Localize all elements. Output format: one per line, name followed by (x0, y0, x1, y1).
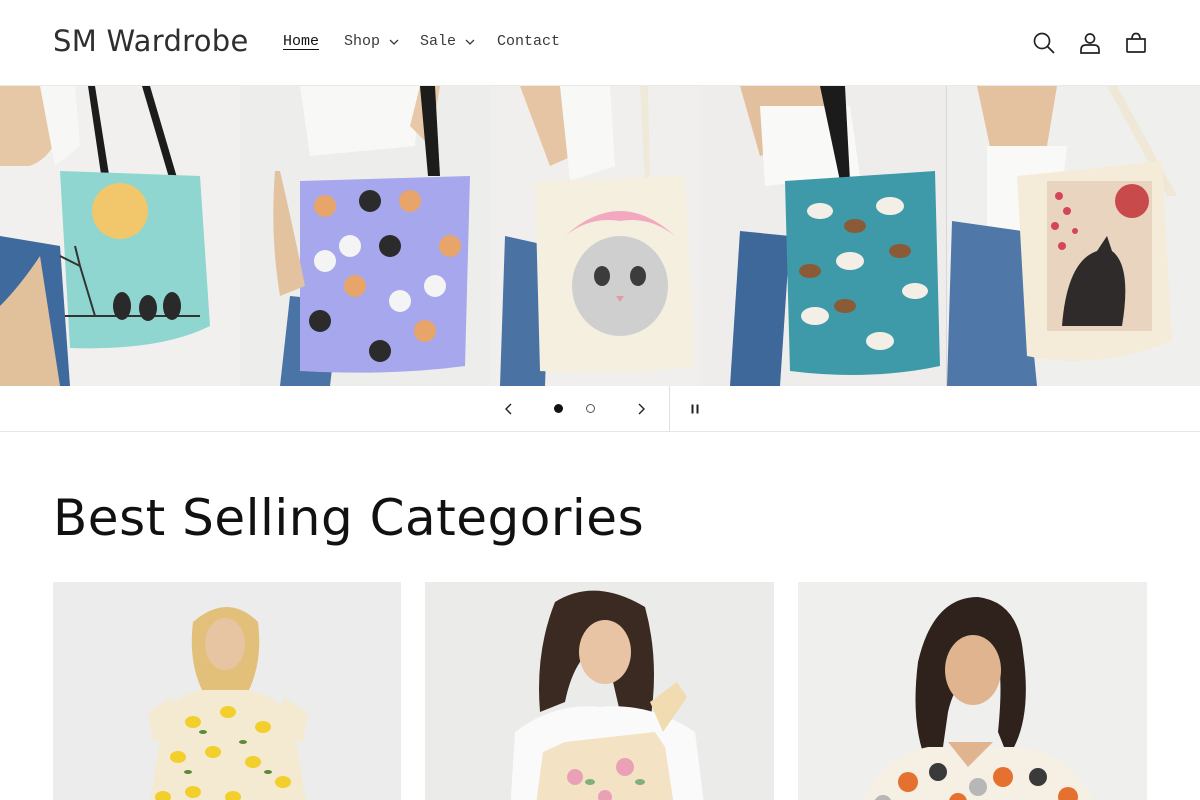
tote-bag-image (0, 86, 240, 386)
next-slide-button[interactable] (631, 399, 651, 419)
slideshow-controls (0, 386, 1200, 432)
cart-button[interactable] (1122, 29, 1150, 57)
category-card-cat-shirt[interactable] (798, 582, 1147, 800)
tote-bag-image (947, 86, 1200, 386)
nav-contact-link[interactable]: Contact (497, 33, 560, 50)
nav-shop-menu[interactable]: Shop (344, 33, 399, 50)
category-image (53, 582, 401, 800)
account-button[interactable] (1076, 29, 1104, 57)
tote-bag-image (240, 86, 490, 386)
chevron-down-icon (389, 39, 399, 45)
nav-sale-label: Sale (420, 33, 457, 50)
tote-bag-image (700, 86, 947, 386)
hero-panel-headwrap-cat-tote (490, 86, 700, 386)
account-icon (1080, 33, 1100, 54)
nav-home-link[interactable]: Home (283, 33, 319, 50)
slide-dot-1-active[interactable] (554, 404, 563, 413)
tote-bag-image (490, 86, 700, 386)
category-card-overalls[interactable] (425, 582, 774, 800)
search-button[interactable] (1030, 29, 1058, 57)
hero-panel-moon-tote (0, 86, 240, 386)
hero-slideshow (0, 86, 1200, 386)
controls-divider (669, 386, 670, 432)
header-icons (1030, 29, 1150, 57)
category-image (798, 582, 1147, 800)
slide-dot-2[interactable] (586, 404, 595, 413)
hero-panel-blossom-cat-tote (947, 86, 1200, 386)
previous-slide-button[interactable] (499, 399, 519, 419)
section-title: Best Selling Categories (53, 489, 645, 547)
nav-shop-label: Shop (344, 33, 381, 50)
chevron-right-icon (638, 403, 645, 415)
pause-slideshow-button[interactable] (685, 399, 705, 419)
site-header: SM Wardrobe Home Shop Sale Contact (0, 0, 1200, 86)
hero-panel-dogs-tote (700, 86, 947, 386)
pause-icon (691, 404, 699, 414)
store-logo[interactable]: SM Wardrobe (53, 24, 249, 58)
cart-icon (1126, 32, 1146, 53)
chevron-down-icon (465, 39, 475, 45)
category-card-lemon-dress[interactable] (53, 582, 401, 800)
main-nav: Home Shop Sale Contact (283, 33, 560, 50)
search-icon (1033, 32, 1055, 54)
category-image (425, 582, 774, 800)
nav-sale-menu[interactable]: Sale (420, 33, 475, 50)
hero-panel-cat-faces-tote (240, 86, 490, 386)
chevron-left-icon (505, 403, 512, 415)
